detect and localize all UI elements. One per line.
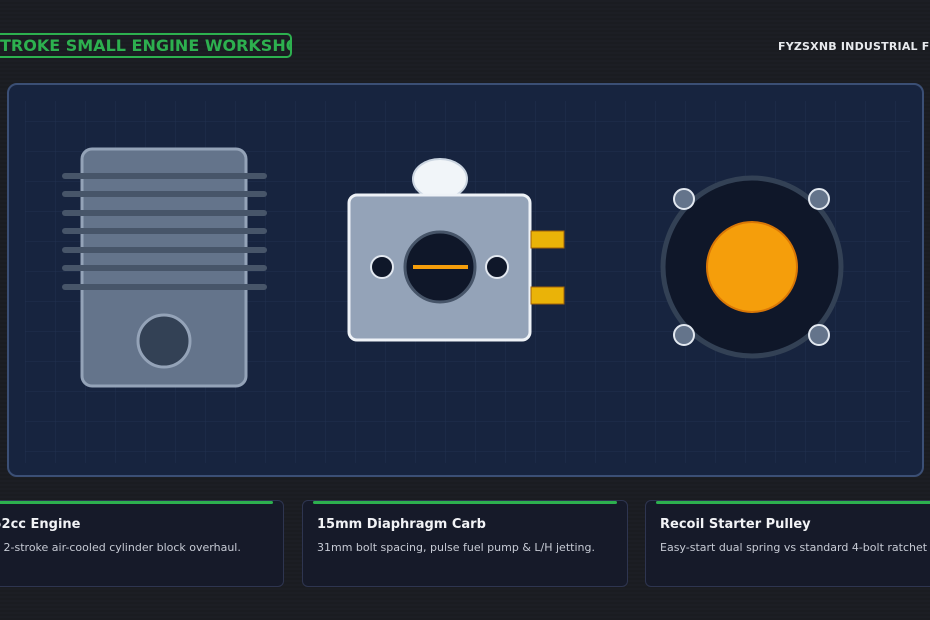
fuel-fitting <box>530 230 565 249</box>
pulley-hub <box>706 221 798 313</box>
part-card-starter[interactable]: Recoil Starter Pulley Easy-start dual sp… <box>645 500 930 587</box>
fuel-fitting <box>530 286 565 305</box>
piston-port <box>136 313 192 369</box>
card-description: Easy-start dual spring vs standard 4-bol… <box>660 541 928 554</box>
card-accent-bar <box>313 501 617 504</box>
part-card-engine[interactable]: c / 52cc Engine dard 2-stroke air-cooled… <box>0 500 284 587</box>
primer-bulb <box>412 158 468 200</box>
starter-pulley-icon[interactable] <box>660 175 844 359</box>
card-description: dard 2-stroke air-cooled cylinder block … <box>0 541 241 554</box>
workshop-title-badge: TROKE SMALL ENGINE WORKSHOP <box>0 33 292 58</box>
parts-illustration <box>25 101 910 463</box>
part-card-carburetor[interactable]: 15mm Diaphragm Carb 31mm bolt spacing, p… <box>302 500 628 587</box>
card-description: 31mm bolt spacing, pulse fuel pump & L/H… <box>317 541 595 554</box>
org-label: FYZSXNB INDUSTRIAL FIEL <box>778 40 930 53</box>
mount-bolt-hole <box>485 255 509 279</box>
engine-cylinder-icon[interactable] <box>62 147 267 388</box>
workshop-title: TROKE SMALL ENGINE WORKSHOP <box>0 36 292 55</box>
card-title: c / 52cc Engine <box>0 517 81 532</box>
card-accent-bar <box>0 501 273 504</box>
card-accent-bar <box>656 501 930 504</box>
card-title: Recoil Starter Pulley <box>660 517 811 532</box>
mount-bolt-hole <box>370 255 394 279</box>
card-title: 15mm Diaphragm Carb <box>317 517 486 532</box>
parts-display-stage <box>7 83 924 477</box>
